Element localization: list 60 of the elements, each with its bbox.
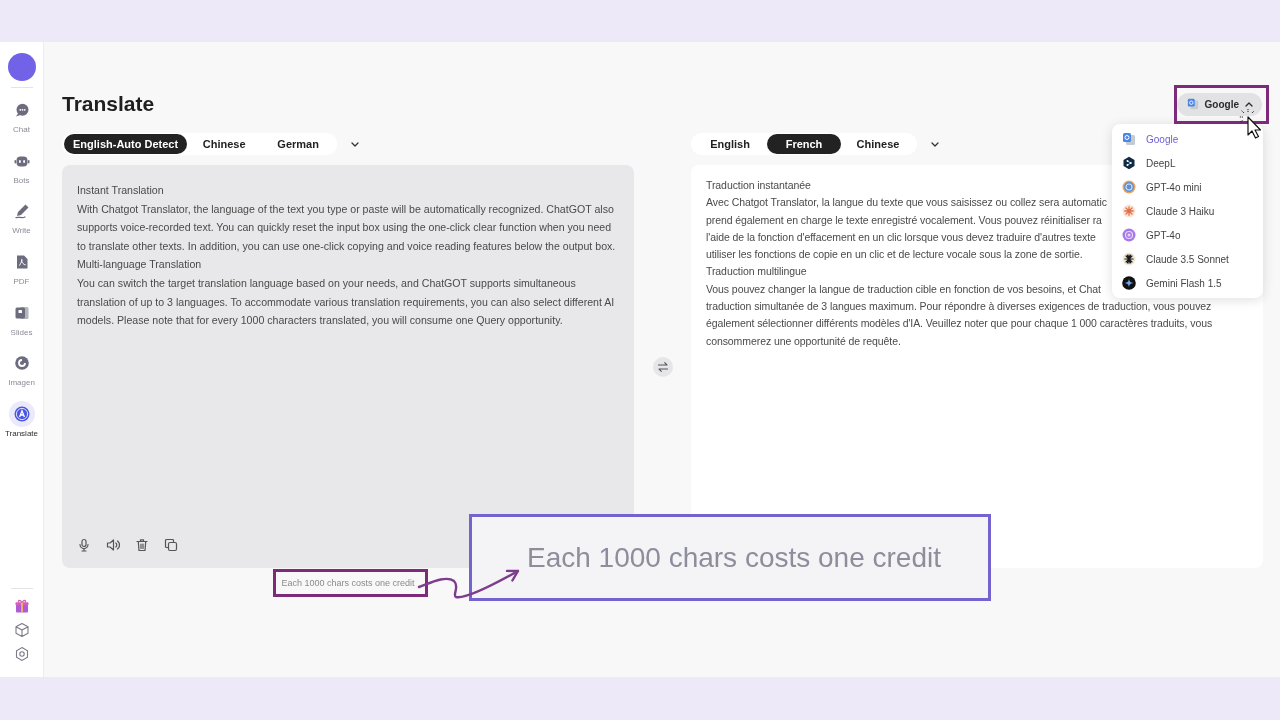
stacked-tiles-icon (1122, 132, 1136, 146)
gift-icon[interactable] (14, 599, 29, 613)
swap-icon[interactable] (652, 356, 673, 377)
sidebar-item[interactable]: PDF (0, 250, 44, 301)
output-text: l'aide de la fonction d'effacement en un clic lorsque vous devez traduire d'autres texte (706, 229, 1096, 245)
menu-item[interactable]: Claude 3 Haiku (1112, 199, 1263, 223)
chevron-down-icon[interactable] (931, 141, 939, 147)
engine-select-button[interactable]: Google (1176, 92, 1262, 116)
microphone-icon[interactable] (77, 538, 91, 552)
trash-icon[interactable] (135, 538, 149, 552)
callout-text: Each 1000 chars costs one credit (527, 541, 941, 574)
starburst-icon (1122, 204, 1136, 218)
input-text: Instant Translation (77, 183, 165, 198)
sidebar-item[interactable]: Chat (0, 98, 44, 149)
pen-icon (13, 203, 30, 220)
menu-item[interactable]: DeepL (1112, 151, 1263, 175)
page-title: Translate (62, 92, 155, 116)
menu-item[interactable]: GPT-4o mini (1112, 175, 1263, 199)
starburst-icon (1122, 252, 1136, 266)
sidebar-item[interactable]: Write (0, 199, 44, 251)
credit-note: Each 1000 chars costs one credit (281, 578, 415, 589)
output-text: utiliser les fonctions de copie en un clic et de lecture vocale sous la zone de sortie. (706, 247, 1083, 263)
sidebar-item[interactable]: Slides (0, 300, 44, 352)
input-text: You can switch the target translation language based on your needs, and ChatGOT supports simultaneous translation of up to 3 languages. To accommodate various translation requirements, you can also select different AI models. Please note that for every 1000 characters translated, you will consume one Query opportunity. (77, 275, 616, 329)
language-tab[interactable]: Chinese (187, 134, 262, 154)
language-tab[interactable]: German (261, 134, 336, 154)
language-tab[interactable]: French (767, 134, 841, 154)
avatar-circle[interactable] (7, 53, 36, 81)
ringed-disc-icon (1122, 180, 1136, 194)
menu-item[interactable]: Gemini Flash 1.5 (1112, 271, 1263, 295)
speaker-icon[interactable] (106, 538, 120, 552)
slides-icon (13, 304, 30, 321)
input-text: With Chatgot Translator, the language of the text you type or paste will be automatically recognized. ChatGOT also supports voice-recorded text. You can quickly reset the input box using the one-click clear function when you need to translate other texts. In addition, you can use one-click copying and voice reading features below the output box. (77, 201, 617, 254)
swirl-icon (13, 355, 30, 372)
copy-icon[interactable] (164, 538, 178, 552)
stacked-tiles-icon (1186, 98, 1199, 110)
output-text: Vous pouvez changer la langue de traduction cible en fonction de vos besoins, et Chat (706, 281, 1101, 297)
sidebar-item[interactable]: Translate (0, 402, 44, 453)
cube-icon[interactable] (14, 623, 29, 637)
settings-icon[interactable] (14, 647, 29, 661)
menu-item[interactable]: GPT-4o (1112, 223, 1263, 247)
node-hexagon-icon (1122, 156, 1136, 170)
output-text: consommerez une opportunité de requête. (706, 333, 901, 349)
output-text: Traduction instantanée (706, 178, 811, 193)
output-text: également sélectionner différents modèles d'IA. Veuillez noter que pour chaque 1 000 caractères traduits, vous (706, 316, 1213, 332)
chevron-down-icon[interactable] (351, 141, 360, 147)
translate-icon (8, 401, 35, 428)
output-text: Traduction multilingue (706, 264, 807, 280)
language-tab[interactable]: Chinese (841, 134, 915, 154)
sidebar-item[interactable]: Bots (0, 148, 44, 200)
four-point-star-icon (1122, 276, 1136, 290)
output-text: prend également en charge le texte enregistré vocalement. Vous pouvez réinitialiser ra (706, 212, 1102, 228)
input-text: Multi-language Translation (77, 257, 203, 273)
menu-item[interactable]: Claude 3.5 Sonnet (1112, 247, 1263, 271)
output-text: traduction simultanée de 3 langues maximum. Pour répondre à diverses exigences de traduction, vous pouvez (706, 299, 1212, 315)
language-tab[interactable]: English-Auto Detect (64, 134, 188, 154)
language-tab[interactable]: English (693, 134, 767, 154)
sidebar-item[interactable]: Imagen (0, 351, 44, 403)
concentric-rings-icon (1122, 228, 1136, 242)
output-text: Avec Chatgot Translator, la langue du texte que vous saisissez ou collez sera automatic (706, 195, 1107, 211)
